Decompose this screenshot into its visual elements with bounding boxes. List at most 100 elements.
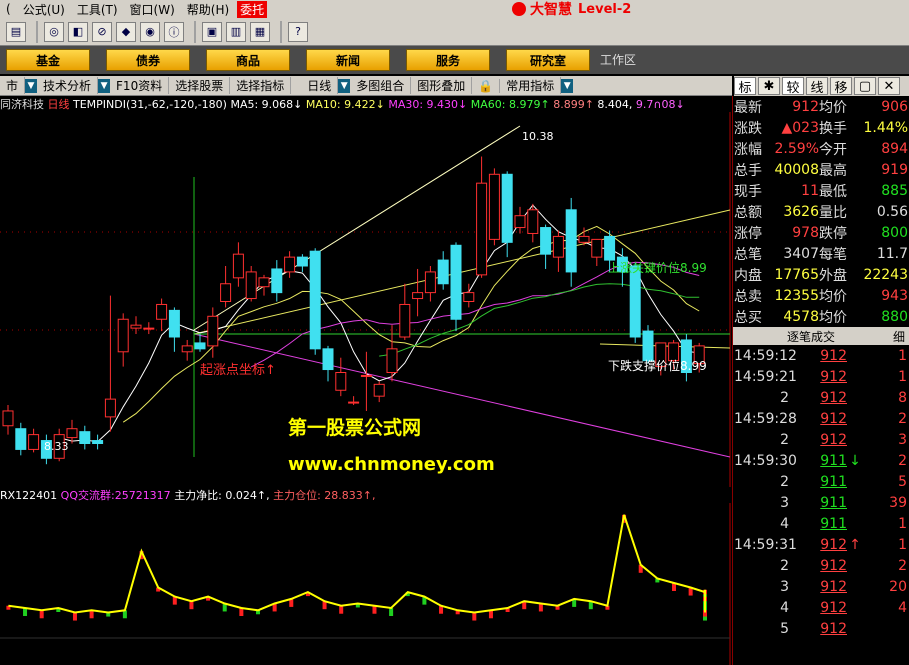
candle-body (232, 253, 244, 279)
chart-icon[interactable]: ◧ (68, 21, 88, 42)
info-icon[interactable]: ⓘ (164, 21, 184, 42)
tab-select-indicator[interactable]: 选择指标 (230, 77, 292, 94)
trade-detail-tab[interactable]: 细 (889, 328, 909, 345)
dropdown-arrow-icon[interactable]: ▼ (561, 78, 574, 93)
quote-row: 总卖 12355 均价 943 (733, 285, 909, 306)
candle-body (2, 410, 14, 427)
dropdown-arrow-icon[interactable]: ▼ (98, 78, 111, 93)
tab-label[interactable]: 标 (734, 77, 756, 96)
trade-volume: 8 (898, 389, 907, 406)
candle-body (66, 428, 78, 439)
candle-body (488, 173, 500, 240)
nav-research[interactable]: 研究室 (506, 49, 590, 71)
trade-price: 912 (820, 347, 847, 364)
trade-time: 4 (780, 599, 789, 616)
books-icon[interactable]: ▦ (250, 21, 270, 42)
candle-body (245, 271, 257, 300)
quote-label: 涨幅 (734, 141, 762, 158)
chart-tab-bar: 市 ▼ 技术分析 ▼ F10资料 选择股票 选择指标 日线 ▼ 多图组合 图形叠… (0, 76, 732, 96)
quote-label: 均价 (819, 288, 847, 305)
layout-icon[interactable]: ▤ (6, 21, 26, 42)
trade-price: 911 (820, 473, 847, 490)
tab-line[interactable]: 线 (806, 77, 828, 96)
trade-volume: 1 (898, 347, 907, 364)
quote-row: 总买 4578 均价 880 (733, 306, 909, 327)
trade-list-title: 逐笔成交 (786, 329, 835, 344)
tab-f10[interactable]: F10资料 (110, 77, 170, 94)
panel-icon[interactable]: ▥ (226, 21, 246, 42)
volume-bar (389, 608, 394, 616)
watermark-title: 第一股票公式网 (288, 416, 421, 439)
lock-icon[interactable]: 🔒 (472, 78, 501, 93)
diamond-icon[interactable]: ◆ (116, 21, 136, 42)
quote-label: 均价 (819, 99, 847, 116)
trade-row: 4 911 1 (733, 513, 909, 534)
tab-move[interactable]: 移 (830, 77, 852, 96)
quote-value: 912 (792, 98, 819, 115)
trade-row: 3 911 39 (733, 492, 909, 513)
volume-bar (703, 612, 707, 617)
ban-icon[interactable]: ⊘ (92, 21, 112, 42)
quote-value: 17765 (774, 266, 819, 283)
up-key-price-label: 上涨关键价位8.99 (608, 260, 707, 275)
trade-row: 4 912 4 (733, 597, 909, 618)
net-ratio-label: 主力净比: 0.024↑, (174, 489, 270, 502)
candle-body (604, 235, 616, 261)
tab-overlay[interactable]: 图形叠加 (411, 77, 473, 94)
menu-trade[interactable]: 委托 (237, 0, 268, 18)
menu-formula[interactable]: 公式(U) (17, 1, 71, 18)
dropdown-arrow-icon[interactable]: ▼ (25, 78, 38, 93)
tab-compare[interactable]: 较 (782, 77, 804, 96)
window-icon[interactable]: ▣ (202, 21, 222, 42)
period-label: 日线 (47, 98, 70, 111)
trade-time: 3 (780, 578, 789, 595)
menu-help[interactable]: 帮助(H) (181, 1, 235, 18)
candle-body (348, 401, 360, 404)
tab-multi-chart[interactable]: 多图组合 (350, 77, 412, 94)
quote-label: 总额 (734, 204, 762, 221)
help-cursor-icon[interactable]: ? (288, 21, 308, 42)
tab-select-stock[interactable]: 选择股票 (169, 77, 231, 94)
nav-fund[interactable]: 基金 (6, 49, 90, 71)
candle-body (220, 283, 232, 302)
candle-body (373, 383, 385, 397)
high-label: 10.38 (522, 130, 554, 143)
trade-price: 912 (820, 620, 847, 637)
tab-asterisk[interactable]: ✱ (758, 77, 780, 95)
menu-lead: ( (6, 2, 11, 16)
close-icon[interactable]: ✕ (878, 77, 900, 95)
candlestick-chart[interactable]: 10.38 8.33 上涨关键价位8.99 下跌支撑价位8.99 起涨点坐标↑ 第一股票公… (0, 112, 732, 487)
volume-bar (372, 605, 377, 614)
quote-value: 11.7 (876, 245, 908, 262)
nav-service[interactable]: 服务 (406, 49, 490, 71)
watermark-url: www.chnmoney.com (288, 454, 495, 475)
trade-row: 14:59:12 912 1 (733, 345, 909, 366)
nav-news[interactable]: 新闻 (306, 49, 390, 71)
tab-common-indicators[interactable]: 常用指标 (500, 77, 562, 94)
candle-body (578, 235, 590, 243)
quote-label: 每笔 (819, 246, 847, 263)
tab-technical[interactable]: 技术分析 (37, 77, 99, 94)
trade-row: 14:59:21 912 1 (733, 366, 909, 387)
tab-daily[interactable]: 日线 (301, 77, 339, 94)
quote-value: 906 (881, 98, 908, 115)
candle-body (258, 277, 270, 288)
tab-market[interactable]: 市 (0, 77, 26, 94)
menu-window[interactable]: 窗口(W) (124, 1, 181, 18)
workspace-label[interactable]: 工作区 (600, 46, 636, 74)
restore-icon[interactable]: ▢ (854, 77, 876, 95)
trade-volume: 1 (898, 515, 907, 532)
quote-panel: 最新 912 均价 906 涨跌 ▲023 换手 1.44% 涨幅 2.59% 今开 894 总手 400… (732, 96, 909, 665)
nav-commodity[interactable]: 商品 (206, 49, 290, 71)
volume-indicator-chart[interactable] (0, 503, 732, 665)
quote-value: 11 (801, 182, 819, 199)
trade-price: 911 (820, 515, 847, 532)
menu-tools[interactable]: 工具(T) (71, 1, 124, 18)
quote-label: 最低 (819, 183, 847, 200)
trade-row: 14:59:28 912 2 (733, 408, 909, 429)
binoculars-icon[interactable]: ◎ (44, 21, 64, 42)
dropdown-arrow-icon[interactable]: ▼ (338, 78, 351, 93)
f10-icon[interactable]: ◉ (140, 21, 160, 42)
nav-bond[interactable]: 债券 (106, 49, 190, 71)
toolbar: ▤ ◎ ◧ ⊘ ◆ ◉ ⓘ ▣ ▥ ▦ ? (0, 18, 909, 46)
